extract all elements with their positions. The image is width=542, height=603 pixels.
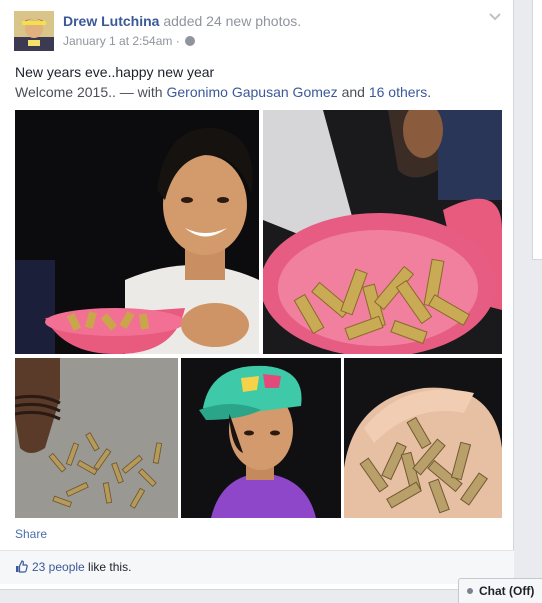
chat-tab[interactable]: Chat (Off) (458, 578, 542, 603)
author-name[interactable]: Drew Lutchina (63, 13, 159, 29)
likes-suffix: like this. (84, 560, 132, 574)
right-sidebar-panel (532, 0, 542, 260)
chat-label: Chat (Off) (479, 584, 535, 598)
thumbs-up-icon (16, 560, 28, 573)
post-action: added 24 new photos. (163, 13, 302, 29)
status-period: . (427, 84, 432, 100)
meta-separator: · (175, 34, 180, 48)
post-header: Drew Lutchina added 24 new photos. (63, 13, 301, 29)
avatar[interactable] (14, 11, 54, 51)
photo-hand-with-casings[interactable] (15, 358, 178, 518)
status-line-2-prefix: Welcome 2015.. — with (15, 84, 167, 100)
photo-basin-of-bullet-casings[interactable] (263, 110, 502, 354)
feed-post: Drew Lutchina added 24 new photos. Janua… (0, 0, 514, 590)
post-meta: January 1 at 2:54am · (63, 34, 196, 48)
tagged-person-link[interactable]: Geronimo Gapusan Gomez (166, 84, 337, 100)
photo-handful-of-casings[interactable] (344, 358, 502, 518)
status-and-text: and (337, 84, 369, 100)
photo-person-in-cap[interactable] (181, 358, 341, 518)
likes-summary: 23 people like this. (15, 560, 131, 574)
share-link[interactable]: Share (15, 527, 47, 541)
photo-grid (15, 110, 502, 518)
photo-smiling-boy-with-basin[interactable] (15, 110, 259, 354)
likes-count-link[interactable]: 23 people (32, 560, 85, 574)
chat-status-icon (467, 588, 473, 594)
globe-icon[interactable] (185, 36, 196, 46)
status-line-1: New years eve..happy new year (15, 64, 215, 80)
tagged-others-link[interactable]: 16 others (369, 84, 427, 100)
status-line-2: Welcome 2015.. — with Geronimo Gapusan G… (15, 82, 431, 102)
post-timestamp[interactable]: January 1 at 2:54am (63, 34, 172, 48)
chevron-down-icon[interactable] (489, 12, 501, 22)
post-status-text: New years eve..happy new year Welcome 20… (15, 62, 431, 102)
